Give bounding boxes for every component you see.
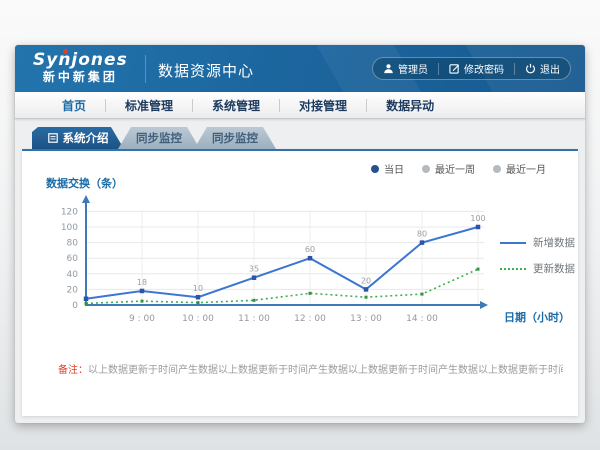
- legend-line-solid-icon: [500, 242, 526, 244]
- svg-text:100: 100: [470, 214, 485, 223]
- logo-red-dot-icon: [63, 49, 68, 54]
- radio-label: 最近一周: [435, 161, 475, 176]
- radio-last-week[interactable]: 最近一周: [422, 161, 475, 176]
- tab-label: 同步监控: [136, 130, 182, 146]
- footnote-prefix: 备注：: [58, 365, 88, 376]
- svg-text:120: 120: [61, 207, 78, 217]
- svg-text:13 : 00: 13 : 00: [350, 314, 382, 324]
- radio-label: 最近一月: [506, 161, 546, 176]
- footnote: 备注：以上数据更新于时间产生数据以上数据更新于时间产生数据以上数据更新于时间产生…: [58, 361, 563, 376]
- footnote-text: 以上数据更新于时间产生数据以上数据更新于时间产生数据以上数据更新于时间产生数据以…: [88, 365, 563, 376]
- radio-last-month[interactable]: 最近一月: [493, 161, 546, 176]
- main-nav: 首页 标准管理 系统管理 对接管理 数据异动: [15, 92, 585, 119]
- page-title: 数据资源中心: [158, 60, 254, 81]
- nav-item-standard-mgmt[interactable]: 标准管理: [106, 97, 192, 114]
- user-icon: [383, 63, 394, 74]
- legend-label: 更新数据: [533, 261, 575, 276]
- radio-dot-icon: [493, 165, 501, 173]
- radio-dot-icon: [422, 165, 430, 173]
- radio-dot-icon: [371, 165, 379, 173]
- time-range-filter: 当日 最近一周 最近一月: [371, 161, 546, 176]
- document-icon: [48, 133, 58, 143]
- tab-bar: 系统介绍 同步监控 同步监控: [32, 127, 578, 149]
- line-chart: 0 20 40 60 80 100 120 9 : 00 10 : 00 11 : 00 12 : …: [36, 187, 506, 327]
- chart-legend: 新增数据 更新数据: [500, 235, 575, 287]
- tab-sync-monitor-1[interactable]: 同步监控: [118, 127, 200, 149]
- svg-text:14 : 00: 14 : 00: [406, 314, 438, 324]
- nav-item-interface-mgmt[interactable]: 对接管理: [280, 97, 366, 114]
- change-password-label: 修改密码: [464, 61, 504, 76]
- svg-text:0: 0: [72, 301, 78, 311]
- svg-text:12 : 00: 12 : 00: [294, 314, 326, 324]
- user-account-button[interactable]: 管理员: [373, 61, 438, 76]
- logout-button[interactable]: 退出: [515, 61, 570, 76]
- svg-text:60: 60: [67, 254, 79, 264]
- tab-sync-monitor-2[interactable]: 同步监控: [194, 127, 276, 149]
- app-header: Synjones 新中新集团 数据资源中心 管理员 修改密码 退出: [15, 45, 585, 92]
- legend-item-update-data: 更新数据: [500, 261, 575, 276]
- svg-text:18: 18: [137, 278, 147, 287]
- svg-text:9 : 00: 9 : 00: [129, 314, 155, 324]
- svg-text:35: 35: [249, 265, 259, 274]
- legend-item-new-data: 新增数据: [500, 235, 575, 250]
- tab-label: 同步监控: [212, 130, 258, 146]
- logo-brand-en: Synjones: [33, 51, 128, 70]
- header-divider: [145, 55, 146, 83]
- radio-label: 当日: [384, 161, 404, 176]
- chart-panel: 当日 最近一周 最近一月 数据交换（条） 0204060801001209 : …: [22, 149, 578, 416]
- x-axis-title: 日期（小时）: [504, 309, 570, 325]
- svg-text:11 : 00: 11 : 00: [238, 314, 270, 324]
- logo-brand-cn: 新中新集团: [33, 70, 128, 85]
- power-icon: [525, 63, 536, 74]
- svg-text:20: 20: [67, 285, 79, 295]
- tab-system-intro[interactable]: 系统介绍: [32, 127, 124, 149]
- svg-text:60: 60: [305, 245, 315, 254]
- svg-text:10 : 00: 10 : 00: [182, 314, 214, 324]
- tab-label: 系统介绍: [63, 130, 109, 146]
- svg-text:100: 100: [61, 223, 78, 233]
- svg-text:40: 40: [67, 270, 79, 280]
- change-password-button[interactable]: 修改密码: [439, 61, 514, 76]
- company-logo: Synjones 新中新集团: [33, 51, 128, 85]
- content-area: 系统介绍 同步监控 同步监控 当日 最近一周: [15, 119, 585, 422]
- nav-item-system-mgmt[interactable]: 系统管理: [193, 97, 279, 114]
- svg-text:20: 20: [361, 276, 371, 285]
- nav-item-data-change[interactable]: 数据异动: [367, 97, 453, 114]
- app-window: Synjones 新中新集团 数据资源中心 管理员 修改密码 退出 首页 标准: [15, 45, 585, 423]
- logout-label: 退出: [540, 61, 560, 76]
- edit-icon: [449, 63, 460, 74]
- user-menu: 管理员 修改密码 退出: [372, 57, 571, 80]
- svg-text:80: 80: [67, 239, 79, 249]
- nav-item-home[interactable]: 首页: [43, 97, 105, 114]
- legend-line-dotted-icon: [500, 268, 526, 270]
- user-account-label: 管理员: [398, 61, 428, 76]
- svg-text:80: 80: [417, 230, 427, 239]
- svg-text:10: 10: [193, 284, 203, 293]
- radio-today[interactable]: 当日: [371, 161, 404, 176]
- legend-label: 新增数据: [533, 235, 575, 250]
